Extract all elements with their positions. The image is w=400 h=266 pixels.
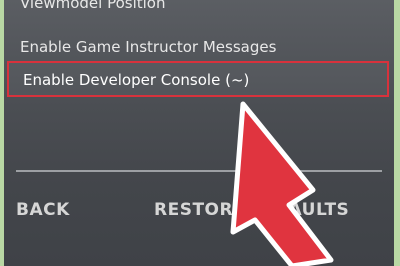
menu-item-enable-game-instructor-messages[interactable]: Enable Game Instructor Messages bbox=[20, 38, 276, 56]
menu-item-viewmodel-position[interactable]: Viewmodel Position bbox=[20, 0, 165, 12]
restore-defaults-button[interactable]: RESTORE DEFAULTS bbox=[154, 200, 349, 220]
highlight-box[interactable]: Enable Developer Console (~) bbox=[7, 61, 389, 97]
settings-panel: Viewmodel Position Enable Game Instructo… bbox=[4, 0, 394, 266]
back-button[interactable]: BACK bbox=[16, 200, 70, 220]
footer-separator bbox=[16, 170, 382, 172]
menu-item-enable-developer-console[interactable]: Enable Developer Console (~) bbox=[23, 71, 249, 89]
